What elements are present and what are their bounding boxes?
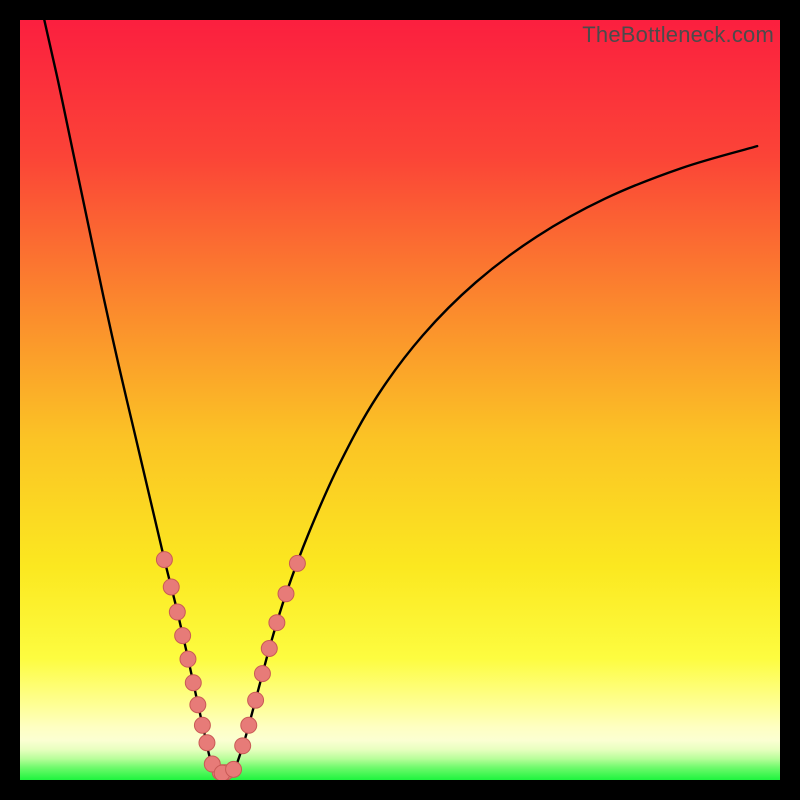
curve-bead <box>190 697 206 713</box>
bottleneck-curve <box>20 20 780 780</box>
watermark-text: TheBottleneck.com <box>582 22 774 48</box>
curve-bead <box>261 641 277 657</box>
curve-bead <box>254 666 270 682</box>
curve-bead <box>163 579 179 595</box>
curve-bead <box>289 555 305 571</box>
curve-bead <box>235 738 251 754</box>
curve-bead <box>194 717 210 733</box>
curve-bead <box>269 615 285 631</box>
curve-bead <box>175 628 191 644</box>
curve-bead <box>248 692 264 708</box>
curve-bead <box>199 735 215 751</box>
curve-bead <box>241 717 257 733</box>
chart-frame: TheBottleneck.com <box>20 20 780 780</box>
curve-bead <box>278 586 294 602</box>
curve-bead <box>185 675 201 691</box>
curve-bead <box>169 604 185 620</box>
curve-bead <box>156 552 172 568</box>
curve-bead <box>226 761 242 777</box>
plot-area: TheBottleneck.com <box>20 20 780 780</box>
curve-bead <box>180 651 196 667</box>
